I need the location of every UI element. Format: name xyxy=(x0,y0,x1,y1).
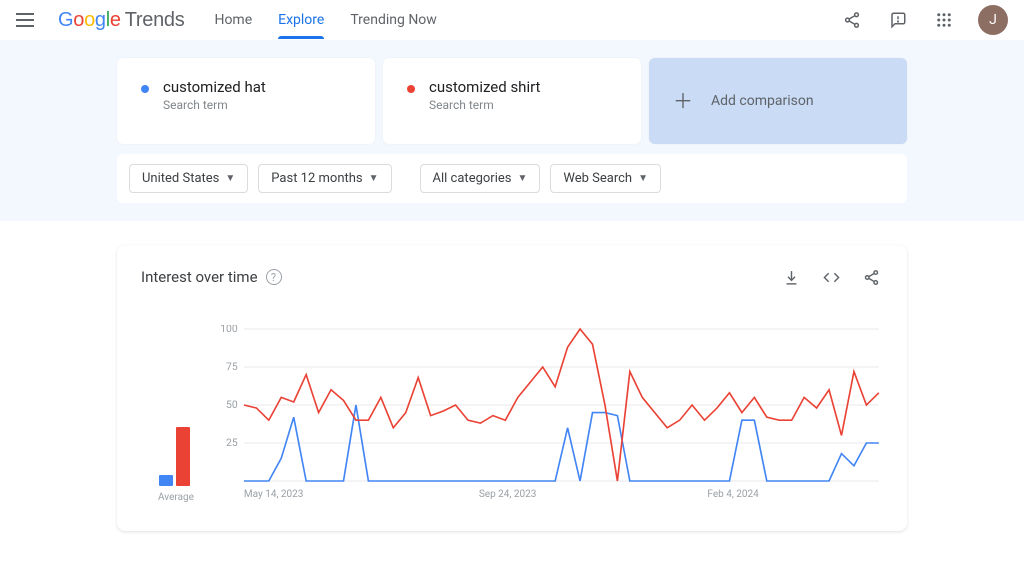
chevron-down-icon: ▼ xyxy=(369,173,379,184)
series-color-dot xyxy=(141,85,149,93)
add-comparison-label: Add comparison xyxy=(711,93,814,109)
filter-timeframe[interactable]: Past 12 months ▼ xyxy=(258,164,391,193)
feedback-icon[interactable] xyxy=(886,8,910,32)
compare-card-sub: Search term xyxy=(163,98,266,112)
average-bars: Average xyxy=(141,325,211,503)
svg-text:25: 25 xyxy=(226,438,238,449)
filter-region-label: United States xyxy=(142,171,219,186)
filter-bar: United States ▼ Past 12 months ▼ All cat… xyxy=(117,154,907,203)
download-icon[interactable] xyxy=(779,265,803,289)
nav-explore[interactable]: Explore xyxy=(278,3,324,37)
chevron-down-icon: ▼ xyxy=(517,173,527,184)
compare-card-sub: Search term xyxy=(429,98,540,112)
embed-icon[interactable] xyxy=(819,265,843,289)
svg-text:50: 50 xyxy=(226,400,238,411)
add-comparison-card[interactable]: ＋ Add comparison xyxy=(649,58,907,144)
line-chart: 255075100 May 14, 2023Sep 24, 2023Feb 4,… xyxy=(219,325,883,503)
compare-card-label: customized shirt xyxy=(429,78,540,96)
svg-text:100: 100 xyxy=(220,325,238,335)
filter-category-label: All categories xyxy=(433,171,512,186)
menu-icon[interactable] xyxy=(16,8,40,32)
main-content: Interest over time ? Ave xyxy=(0,221,1024,571)
series-color-dot xyxy=(407,85,415,93)
compare-band: customized hat Search term customized sh… xyxy=(0,40,1024,221)
compare-cards: customized hat Search term customized sh… xyxy=(117,58,907,144)
compare-card-label: customized hat xyxy=(163,78,266,96)
share-icon[interactable] xyxy=(859,265,883,289)
share-icon[interactable] xyxy=(840,8,864,32)
interest-over-time-panel: Interest over time ? Ave xyxy=(117,245,907,531)
nav-trending[interactable]: Trending Now xyxy=(350,3,436,37)
filter-search-type[interactable]: Web Search ▼ xyxy=(550,164,661,193)
top-bar: GoogleTrends Home Explore Trending Now J xyxy=(0,0,1024,40)
filter-timeframe-label: Past 12 months xyxy=(271,171,362,186)
average-label: Average xyxy=(158,492,194,503)
panel-title: Interest over time xyxy=(141,268,258,286)
help-icon[interactable]: ? xyxy=(266,269,282,285)
google-trends-logo[interactable]: GoogleTrends xyxy=(58,9,184,32)
compare-card-1[interactable]: customized hat Search term xyxy=(117,58,375,144)
nav-home[interactable]: Home xyxy=(214,3,252,37)
chevron-down-icon: ▼ xyxy=(638,173,648,184)
chevron-down-icon: ▼ xyxy=(225,173,235,184)
account-avatar[interactable]: J xyxy=(978,5,1008,35)
plus-icon: ＋ xyxy=(673,91,693,111)
filter-search-type-label: Web Search xyxy=(563,171,632,186)
svg-text:75: 75 xyxy=(226,362,238,373)
primary-nav: Home Explore Trending Now xyxy=(214,3,436,37)
apps-icon[interactable] xyxy=(932,8,956,32)
filter-category[interactable]: All categories ▼ xyxy=(420,164,541,193)
filter-region[interactable]: United States ▼ xyxy=(129,164,248,193)
compare-card-2[interactable]: customized shirt Search term xyxy=(383,58,641,144)
